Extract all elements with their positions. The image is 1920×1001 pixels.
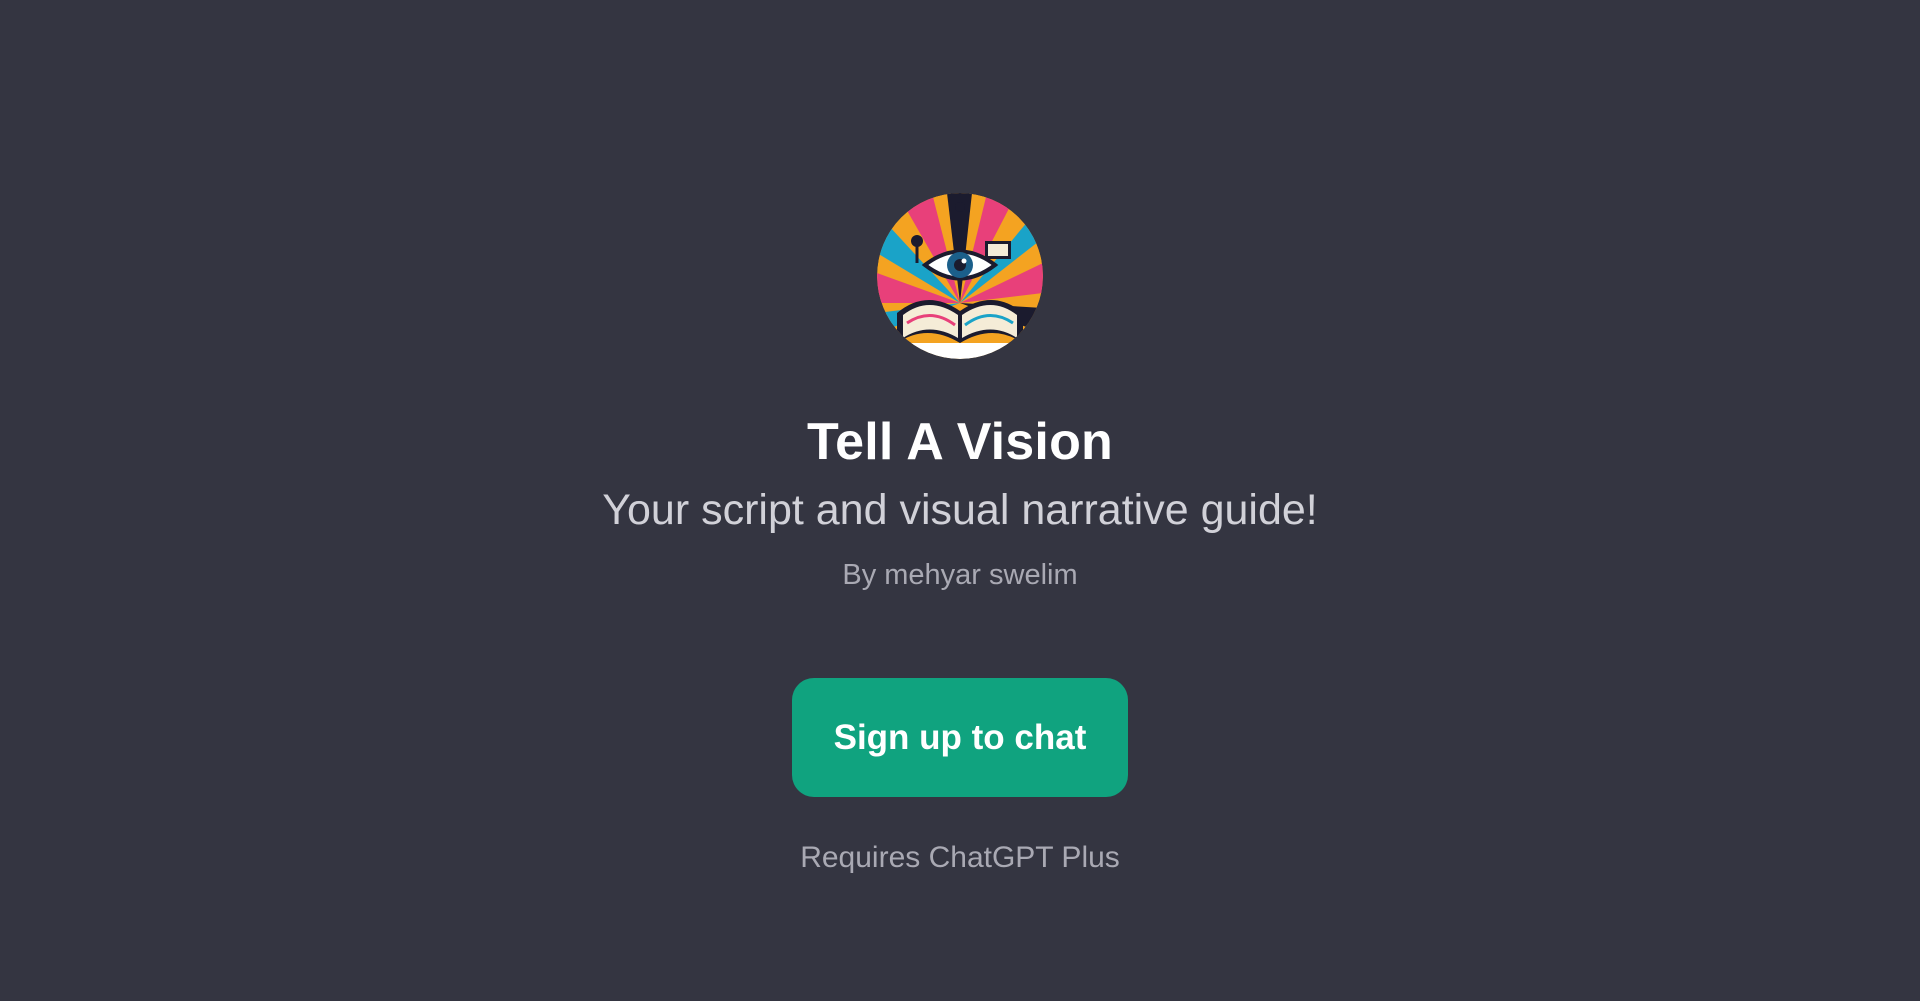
gpt-profile-card: Tell A Vision Your script and visual nar… xyxy=(0,0,1920,1001)
gpt-title: Tell A Vision xyxy=(807,413,1113,471)
gpt-landing-page: Tell A Vision Your script and visual nar… xyxy=(0,0,1920,1001)
gpt-author: By mehyar swelim xyxy=(842,559,1078,591)
requirement-note: Requires ChatGPT Plus xyxy=(800,841,1120,874)
signup-to-chat-button[interactable]: Sign up to chat xyxy=(792,678,1128,797)
gpt-avatar xyxy=(877,193,1043,359)
book-eye-logo-icon xyxy=(877,193,1043,359)
gpt-description: Your script and visual narrative guide! xyxy=(602,486,1318,534)
